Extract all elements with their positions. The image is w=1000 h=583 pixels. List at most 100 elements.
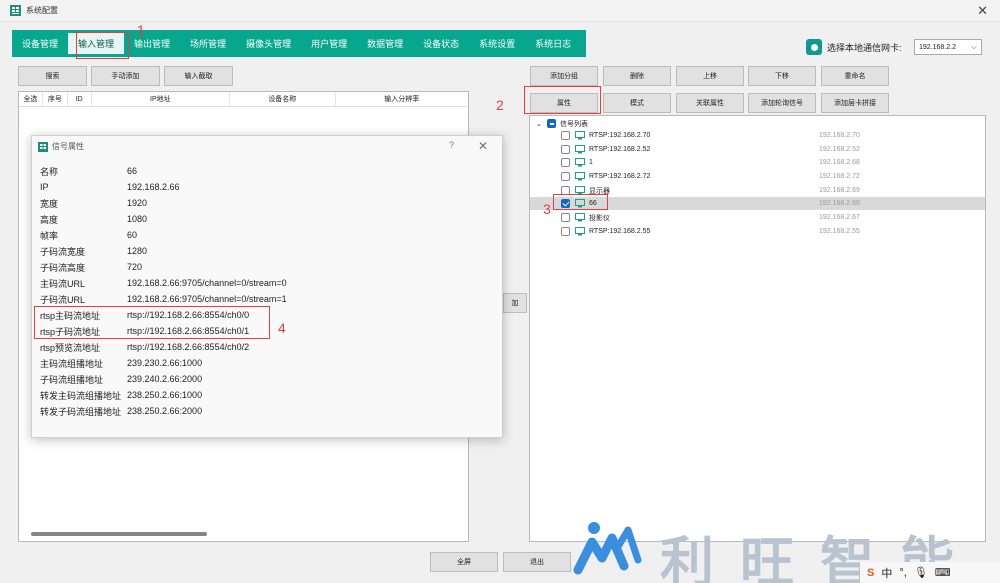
ime-logo-icon[interactable]: S — [867, 567, 874, 579]
monitor-icon — [575, 227, 585, 236]
exit-button[interactable]: 退出 — [503, 552, 571, 572]
tab-device-status[interactable]: 设备状态 — [413, 30, 469, 57]
item-checkbox[interactable] — [561, 172, 570, 181]
microphone-icon[interactable]: 🎙 — [914, 566, 928, 579]
prop-key: 主码流URL — [40, 278, 86, 289]
prop-value: rtsp://192.168.2.66:8554/ch0/2 — [127, 342, 250, 352]
keyboard-icon[interactable]: ⌨ — [935, 566, 951, 579]
prop-value: 239.240.2.66:2000 — [127, 374, 203, 384]
item-name: RTSP:192.168.2.52 — [589, 146, 651, 153]
move-up-button[interactable]: 上移 — [676, 66, 744, 86]
close-icon[interactable]: ✕ — [977, 3, 988, 19]
signal-properties-dialog: 信号属性 ? ✕ 名称 66 IP 192.168.2.66 宽度 1920 高度 10… — [31, 135, 503, 438]
tab-camera-management[interactable]: 摄像头管理 — [236, 30, 301, 57]
item-checkbox[interactable] — [561, 227, 570, 236]
item-ip: 192.168.2.72 — [819, 173, 860, 180]
help-icon[interactable]: ? — [449, 140, 454, 150]
monitor-icon — [575, 213, 585, 222]
prop-value: 192.168.2.66:9705/channel=0/stream=1 — [127, 294, 287, 304]
item-ip: 192.168.2.52 — [819, 146, 860, 153]
item-ip: 192.168.2.55 — [819, 228, 860, 235]
prop-key: 高度 — [40, 214, 59, 225]
mode-button[interactable]: 模式 — [603, 93, 671, 113]
collapse-icon[interactable]: ⌄ — [536, 120, 542, 128]
item-name: 1 — [589, 159, 593, 166]
add-polling-signal-button[interactable]: 添加轮询信号 — [748, 93, 816, 113]
item-checkbox[interactable] — [561, 213, 570, 222]
system-tray: S 中 °, 🎙 ⌨ — [860, 562, 1000, 583]
ime-mode[interactable]: 中 — [881, 565, 892, 581]
rename-button[interactable]: 重命名 — [821, 66, 889, 86]
delete-button[interactable]: 删除 — [603, 66, 671, 86]
prop-key: IP — [40, 182, 49, 192]
nic-label: 选择本地通信网卡: — [827, 42, 902, 53]
tree-item[interactable]: 1 192.168.2.68 — [530, 156, 985, 169]
manual-add-button[interactable]: 手动添加 — [91, 66, 160, 86]
monitor-icon — [575, 145, 585, 154]
tab-user-management[interactable]: 用户管理 — [301, 30, 357, 57]
prop-value: 1080 — [127, 214, 148, 224]
prop-value: 1280 — [127, 246, 148, 256]
tab-system-log[interactable]: 系统日志 — [525, 30, 581, 57]
nic-value: 192.168.2.2 — [919, 43, 956, 51]
tab-data-management[interactable]: 数据管理 — [357, 30, 413, 57]
item-checkbox[interactable] — [561, 158, 570, 167]
item-name: 投影仪 — [589, 214, 610, 222]
tab-system-settings[interactable]: 系统设置 — [469, 30, 525, 57]
dialog-title: 信号属性 — [52, 142, 84, 151]
tab-venue-management[interactable]: 场所管理 — [180, 30, 236, 57]
col-index: 序号 — [43, 92, 68, 106]
prop-value: 238.250.2.66:2000 — [127, 406, 203, 416]
item-ip: 192.168.2.70 — [819, 132, 860, 139]
col-device-name: 设备名称 — [230, 92, 336, 106]
prop-value: 66 — [127, 166, 138, 176]
root-checkbox[interactable] — [547, 119, 556, 128]
annotation-number-2: 2 — [496, 97, 504, 113]
search-button[interactable]: 搜索 — [18, 66, 87, 86]
tree-root-label: 信号列表 — [560, 120, 588, 128]
item-checkbox[interactable] — [561, 145, 570, 154]
tab-output-management[interactable]: 输出管理 — [124, 30, 180, 57]
import-button[interactable]: 输入截取 — [164, 66, 233, 86]
fullscreen-button[interactable]: 全屏 — [430, 552, 498, 572]
window-title: 系统配置 — [26, 6, 58, 15]
add-group-button[interactable]: 添加分组 — [530, 66, 598, 86]
add-layer-card-splice-button[interactable]: 添加层卡拼接 — [821, 93, 889, 113]
nic-selector: 选择本地通信网卡: 192.168.2.2 ⌵ — [806, 39, 982, 55]
horizontal-scrollbar[interactable] — [31, 532, 207, 536]
tree-item[interactable]: RTSP:192.168.2.52 192.168.2.52 — [530, 143, 985, 156]
close-icon[interactable]: ✕ — [478, 139, 488, 153]
item-ip: 192.168.2.68 — [819, 159, 860, 166]
linked-properties-button[interactable]: 关联属性 — [676, 93, 744, 113]
monitor-icon — [575, 158, 585, 167]
prop-value: 192.168.2.66:9705/channel=0/stream=0 — [127, 278, 287, 288]
prop-value: 239.230.2.66:1000 — [127, 358, 203, 368]
prop-key: 名称 — [40, 166, 59, 177]
tree-item[interactable]: 投影仪 192.168.2.67 — [530, 211, 985, 224]
prop-value: 60 — [127, 230, 138, 240]
tab-device-management[interactable]: 设备管理 — [12, 30, 68, 57]
tree-item[interactable]: RTSP:192.168.2.55 192.168.2.55 — [530, 225, 985, 238]
tree-item[interactable]: RTSP:192.168.2.70 192.168.2.70 — [530, 129, 985, 142]
prop-value: 192.168.2.66 — [127, 182, 180, 192]
prop-key: 转发子码流组播地址 — [40, 406, 122, 417]
annotation-box-4 — [34, 306, 270, 339]
prop-key: 子码流URL — [40, 294, 86, 305]
nic-dropdown[interactable]: 192.168.2.2 ⌵ — [914, 39, 982, 55]
annotation-number-3: 3 — [543, 201, 551, 217]
chevron-down-icon: ⌵ — [970, 42, 977, 51]
move-down-button[interactable]: 下移 — [748, 66, 816, 86]
punctuation-mode[interactable]: °, — [899, 567, 906, 579]
col-select-all[interactable]: 全选 — [19, 92, 43, 106]
prop-key: 子码流高度 — [40, 262, 86, 273]
prop-key: 子码流组播地址 — [40, 374, 104, 385]
annotation-box-3 — [553, 194, 608, 210]
annotation-box-1 — [76, 32, 129, 59]
item-checkbox[interactable] — [561, 131, 570, 140]
prop-value: 238.250.2.66:1000 — [127, 390, 203, 400]
add-to-list-button[interactable]: 加 — [503, 293, 527, 313]
annotation-number-1: 1 — [137, 22, 145, 38]
prop-key: rtsp预览流地址 — [40, 342, 101, 353]
annotation-box-2 — [524, 86, 601, 114]
tree-item[interactable]: RTSP:192.168.2.72 192.168.2.72 — [530, 170, 985, 183]
